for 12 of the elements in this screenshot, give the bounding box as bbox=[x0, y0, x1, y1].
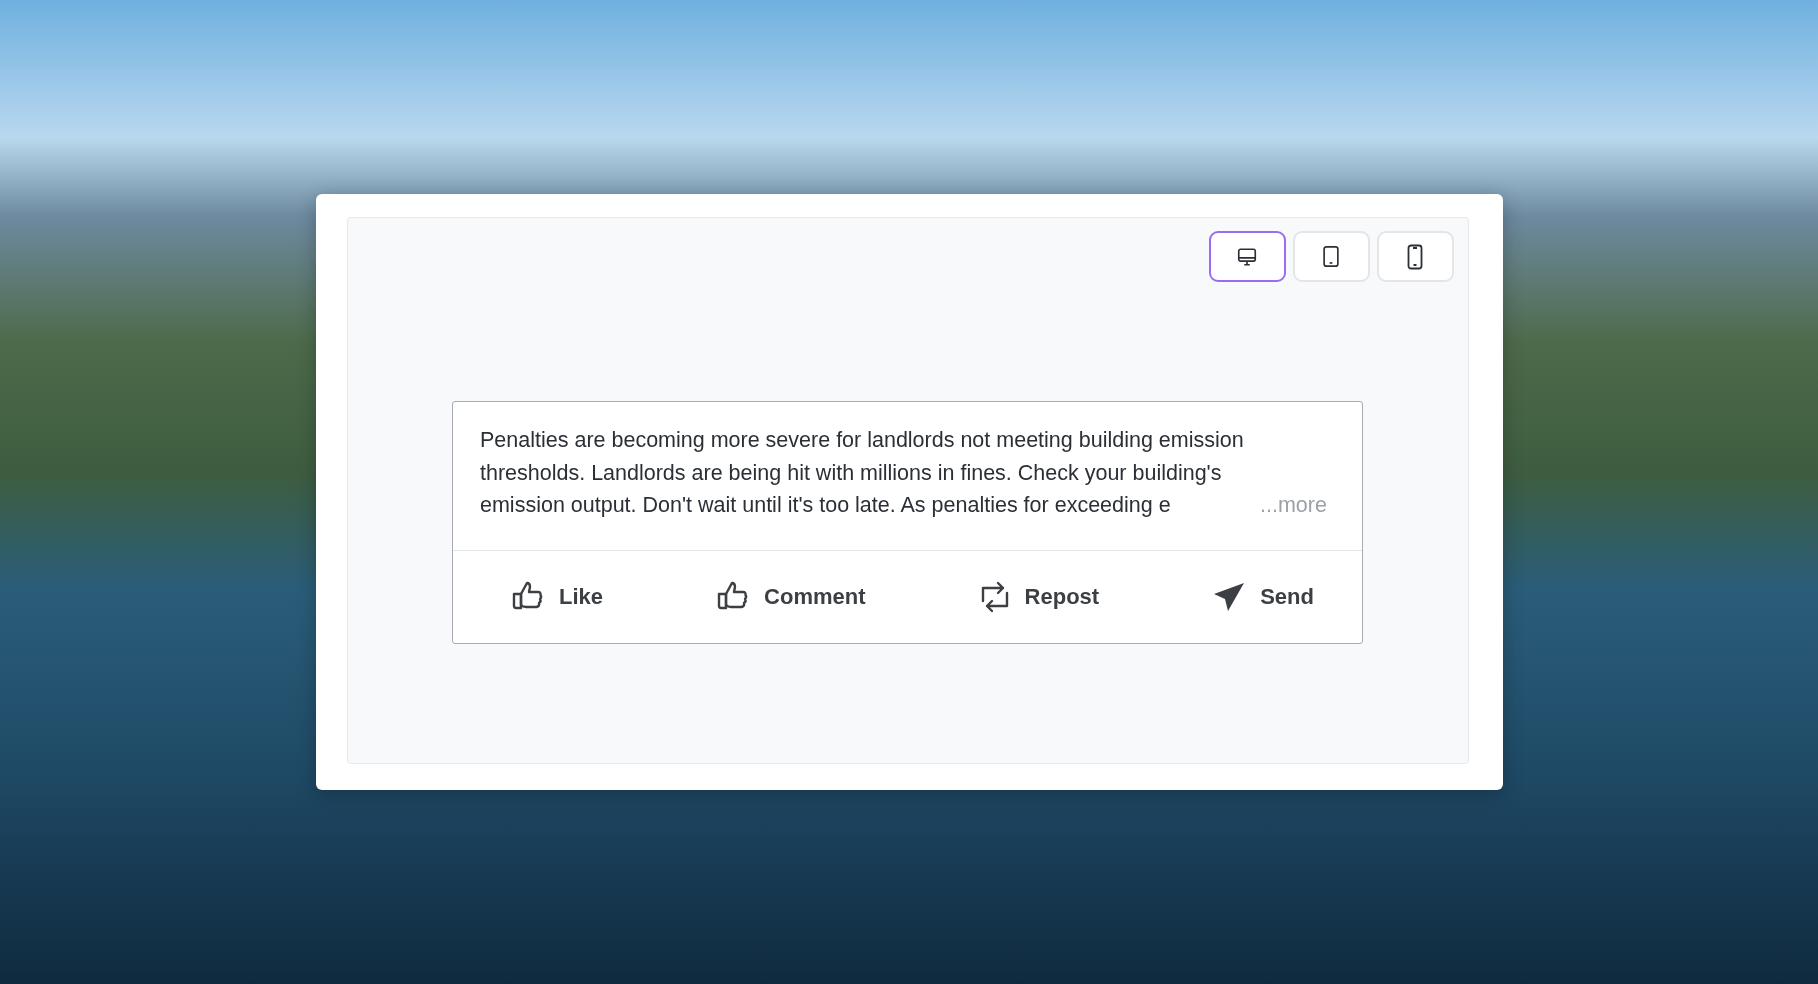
like-button[interactable]: Like bbox=[507, 575, 608, 618]
post-text: Penalties are becoming more severe for landlords not meeting building emission thresholds. Landlords are being hit with millions in fines. Check your building's emission output. Don't wait until it's too late. As penalties for exceeding e bbox=[480, 427, 1245, 519]
send-button[interactable]: Send bbox=[1208, 576, 1318, 617]
comment-button[interactable]: Comment bbox=[712, 575, 870, 618]
monitor-icon bbox=[1236, 245, 1258, 268]
phone-view-button[interactable] bbox=[1376, 231, 1454, 282]
phone-icon bbox=[1406, 243, 1424, 270]
repost-button[interactable]: Repost bbox=[974, 574, 1104, 619]
paper-plane-icon bbox=[1212, 580, 1247, 613]
tablet-view-button[interactable] bbox=[1292, 231, 1370, 282]
tablet-icon bbox=[1320, 244, 1342, 269]
desktop-view-button[interactable] bbox=[1208, 231, 1286, 282]
